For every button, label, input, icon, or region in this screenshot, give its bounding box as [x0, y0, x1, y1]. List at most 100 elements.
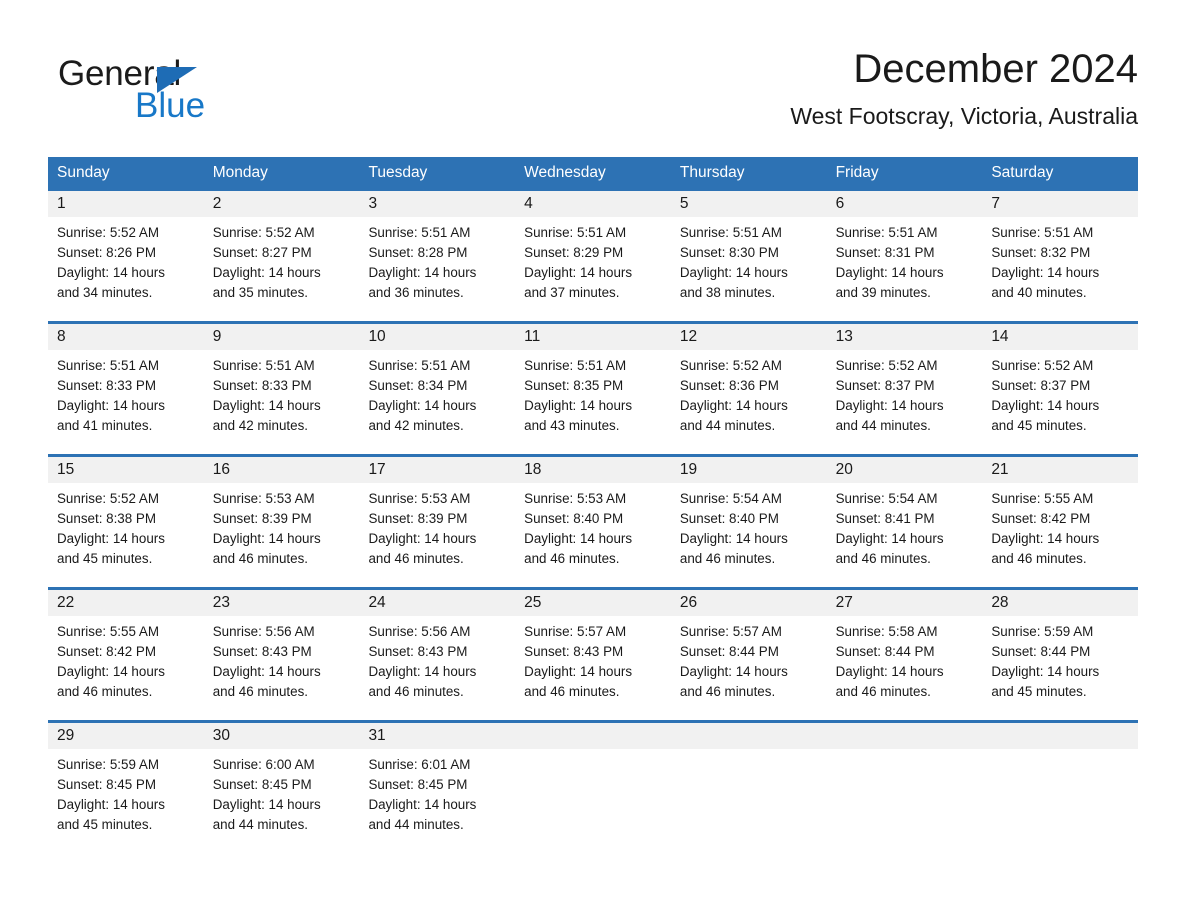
- day-number[interactable]: 11: [515, 324, 671, 350]
- daylight-text-2: and 39 minutes.: [835, 285, 931, 300]
- daylight-text-2: and 46 minutes.: [368, 684, 464, 699]
- day-number[interactable]: 20: [827, 457, 983, 483]
- daylight-text-2: and 45 minutes.: [991, 418, 1087, 433]
- sunset-text: Sunset: 8:32 PM: [991, 245, 1091, 260]
- day-number[interactable]: 24: [359, 590, 515, 616]
- day-cell[interactable]: Sunrise: 5:55 AM Sunset: 8:42 PM Dayligh…: [982, 483, 1138, 587]
- daylight-text-1: Daylight: 14 hours: [835, 265, 944, 280]
- day-cell[interactable]: Sunrise: 5:52 AM Sunset: 8:38 PM Dayligh…: [48, 483, 204, 587]
- daylight-text-2: and 37 minutes.: [524, 285, 620, 300]
- sunset-text: Sunset: 8:36 PM: [679, 378, 779, 393]
- daylight-text-2: and 46 minutes.: [991, 551, 1087, 566]
- day-number[interactable]: 19: [671, 457, 827, 483]
- sunset-text: Sunset: 8:43 PM: [212, 644, 312, 659]
- day-cell[interactable]: Sunrise: 5:51 AM Sunset: 8:30 PM Dayligh…: [671, 217, 827, 321]
- sunrise-text: Sunrise: 5:51 AM: [524, 358, 627, 373]
- day-number[interactable]: 27: [827, 590, 983, 616]
- day-number[interactable]: 22: [48, 590, 204, 616]
- day-number[interactable]: 14: [982, 324, 1138, 350]
- day-number[interactable]: 21: [982, 457, 1138, 483]
- day-cell[interactable]: Sunrise: 5:51 AM Sunset: 8:29 PM Dayligh…: [515, 217, 671, 321]
- day-number[interactable]: 29: [48, 723, 204, 749]
- day-cell[interactable]: Sunrise: 5:51 AM Sunset: 8:31 PM Dayligh…: [827, 217, 983, 321]
- day-cell[interactable]: Sunrise: 5:52 AM Sunset: 8:37 PM Dayligh…: [827, 350, 983, 454]
- calendar-page: General Blue December 2024 West Footscra…: [0, 0, 1188, 918]
- day-cell[interactable]: Sunrise: 5:52 AM Sunset: 8:37 PM Dayligh…: [982, 350, 1138, 454]
- day-cell[interactable]: Sunrise: 5:53 AM Sunset: 8:39 PM Dayligh…: [359, 483, 515, 587]
- day-number[interactable]: 15: [48, 457, 204, 483]
- day-number[interactable]: 7: [982, 191, 1138, 217]
- day-number[interactable]: 10: [359, 324, 515, 350]
- calendar-week-row: 8 9 10 11 12 13 14 Sunrise: 5:51 AM Suns…: [48, 321, 1138, 454]
- day-cell[interactable]: Sunrise: 5:51 AM Sunset: 8:33 PM Dayligh…: [48, 350, 204, 454]
- daylight-text-2: and 46 minutes.: [57, 684, 153, 699]
- day-cell-empty: [982, 749, 1138, 853]
- sunset-text: Sunset: 8:34 PM: [368, 378, 468, 393]
- day-cell[interactable]: Sunrise: 5:57 AM Sunset: 8:43 PM Dayligh…: [515, 616, 671, 720]
- day-number[interactable]: 3: [359, 191, 515, 217]
- day-number[interactable]: 17: [359, 457, 515, 483]
- sunrise-text: Sunrise: 5:52 AM: [57, 491, 159, 506]
- day-number[interactable]: 28: [982, 590, 1138, 616]
- day-cell[interactable]: Sunrise: 5:51 AM Sunset: 8:33 PM Dayligh…: [204, 350, 360, 454]
- day-cell[interactable]: Sunrise: 5:51 AM Sunset: 8:28 PM Dayligh…: [359, 217, 515, 321]
- day-cell[interactable]: Sunrise: 6:01 AM Sunset: 8:45 PM Dayligh…: [359, 749, 515, 853]
- sunset-text: Sunset: 8:44 PM: [991, 644, 1091, 659]
- day-number[interactable]: 5: [671, 191, 827, 217]
- day-cell[interactable]: Sunrise: 5:59 AM Sunset: 8:45 PM Dayligh…: [48, 749, 204, 853]
- weekday-header-sunday: Sunday: [57, 164, 110, 181]
- day-cell[interactable]: Sunrise: 5:53 AM Sunset: 8:40 PM Dayligh…: [515, 483, 671, 587]
- day-cell[interactable]: Sunrise: 5:58 AM Sunset: 8:44 PM Dayligh…: [827, 616, 983, 720]
- sunrise-text: Sunrise: 5:51 AM: [57, 358, 159, 373]
- daylight-text-2: and 46 minutes.: [679, 551, 776, 566]
- sunset-text: Sunset: 8:37 PM: [835, 378, 935, 393]
- day-cell[interactable]: Sunrise: 6:00 AM Sunset: 8:45 PM Dayligh…: [204, 749, 360, 853]
- daylight-text-2: and 45 minutes.: [57, 817, 153, 832]
- day-cell[interactable]: Sunrise: 5:57 AM Sunset: 8:44 PM Dayligh…: [671, 616, 827, 720]
- day-cell[interactable]: Sunrise: 5:51 AM Sunset: 8:35 PM Dayligh…: [515, 350, 671, 454]
- day-number[interactable]: 23: [204, 590, 360, 616]
- daylight-text-1: Daylight: 14 hours: [835, 664, 944, 679]
- day-number[interactable]: 13: [827, 324, 983, 350]
- daylight-text-1: Daylight: 14 hours: [679, 398, 788, 413]
- day-number[interactable]: 1: [48, 191, 204, 217]
- sunset-text: Sunset: 8:29 PM: [524, 245, 624, 260]
- day-number[interactable]: 6: [827, 191, 983, 217]
- day-number-empty: [827, 723, 983, 749]
- day-cell[interactable]: Sunrise: 5:56 AM Sunset: 8:43 PM Dayligh…: [204, 616, 360, 720]
- day-number-row: 22 23 24 25 26 27 28: [48, 590, 1138, 616]
- day-cell[interactable]: Sunrise: 5:56 AM Sunset: 8:43 PM Dayligh…: [359, 616, 515, 720]
- day-number[interactable]: 4: [515, 191, 671, 217]
- day-number[interactable]: 18: [515, 457, 671, 483]
- daylight-text-1: Daylight: 14 hours: [212, 531, 321, 546]
- day-cell[interactable]: Sunrise: 5:51 AM Sunset: 8:34 PM Dayligh…: [359, 350, 515, 454]
- daylight-text-2: and 38 minutes.: [679, 285, 776, 300]
- sunrise-text: Sunrise: 5:52 AM: [212, 225, 315, 240]
- day-number[interactable]: 31: [359, 723, 515, 749]
- day-number[interactable]: 25: [515, 590, 671, 616]
- day-number-row: 15 16 17 18 19 20 21: [48, 457, 1138, 483]
- day-cell[interactable]: Sunrise: 5:52 AM Sunset: 8:36 PM Dayligh…: [671, 350, 827, 454]
- sunrise-text: Sunrise: 5:56 AM: [368, 624, 471, 639]
- day-cell[interactable]: Sunrise: 5:53 AM Sunset: 8:39 PM Dayligh…: [204, 483, 360, 587]
- day-cell[interactable]: Sunrise: 5:55 AM Sunset: 8:42 PM Dayligh…: [48, 616, 204, 720]
- daylight-text-2: and 45 minutes.: [57, 551, 153, 566]
- day-cell[interactable]: Sunrise: 5:54 AM Sunset: 8:41 PM Dayligh…: [827, 483, 983, 587]
- day-number[interactable]: 30: [204, 723, 360, 749]
- daylight-text-2: and 44 minutes.: [679, 418, 776, 433]
- day-cell[interactable]: Sunrise: 5:52 AM Sunset: 8:27 PM Dayligh…: [204, 217, 360, 321]
- day-cell[interactable]: Sunrise: 5:59 AM Sunset: 8:44 PM Dayligh…: [982, 616, 1138, 720]
- day-cell[interactable]: Sunrise: 5:52 AM Sunset: 8:26 PM Dayligh…: [48, 217, 204, 321]
- day-number[interactable]: 16: [204, 457, 360, 483]
- day-number[interactable]: 2: [204, 191, 360, 217]
- sunset-text: Sunset: 8:28 PM: [368, 245, 468, 260]
- day-number[interactable]: 9: [204, 324, 360, 350]
- day-cell[interactable]: Sunrise: 5:54 AM Sunset: 8:40 PM Dayligh…: [671, 483, 827, 587]
- daylight-text-1: Daylight: 14 hours: [212, 797, 321, 812]
- day-number[interactable]: 8: [48, 324, 204, 350]
- day-number[interactable]: 12: [671, 324, 827, 350]
- day-detail-row: Sunrise: 5:55 AM Sunset: 8:42 PM Dayligh…: [48, 616, 1138, 720]
- day-number[interactable]: 26: [671, 590, 827, 616]
- sunrise-text: Sunrise: 6:00 AM: [212, 757, 315, 772]
- day-cell[interactable]: Sunrise: 5:51 AM Sunset: 8:32 PM Dayligh…: [982, 217, 1138, 321]
